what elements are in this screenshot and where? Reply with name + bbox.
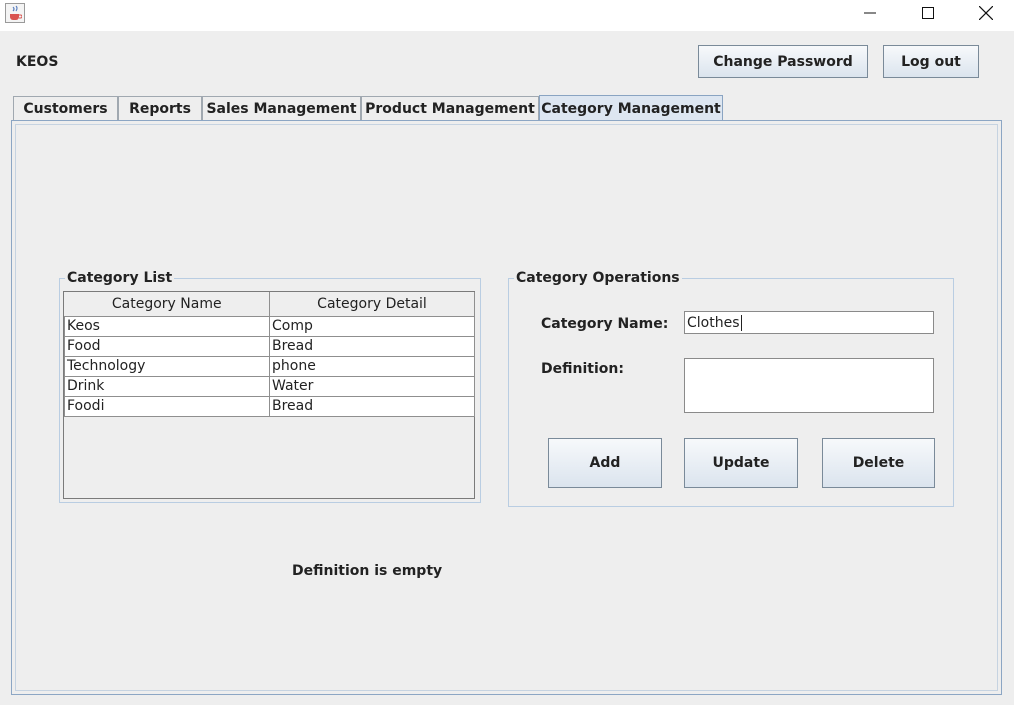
category-name-label: Category Name: <box>541 316 669 332</box>
table-cell[interactable]: Keos <box>64 315 270 337</box>
title-bar <box>0 0 1014 31</box>
category-table[interactable]: Category Name Category Detail Keos Comp … <box>63 291 475 499</box>
update-button[interactable]: Update <box>684 438 798 488</box>
column-header-category-name[interactable]: Category Name <box>64 292 270 317</box>
tab-product-management[interactable]: Product Management <box>361 96 539 120</box>
tab-category-management[interactable]: Category Management <box>539 95 723 121</box>
minimize-icon <box>864 12 876 13</box>
java-app-icon[interactable] <box>5 3 25 23</box>
table-cell[interactable]: Food <box>64 335 270 357</box>
definition-label: Definition: <box>541 361 624 377</box>
close-button[interactable] <box>957 0 1014 25</box>
definition-textarea[interactable] <box>684 358 934 413</box>
table-cell[interactable]: Drink <box>64 375 270 397</box>
close-icon <box>979 5 993 20</box>
tab-customers[interactable]: Customers <box>13 96 118 120</box>
category-name-value: Clothes <box>687 314 740 331</box>
tab-reports[interactable]: Reports <box>118 96 202 120</box>
delete-button[interactable]: Delete <box>822 438 935 488</box>
table-row[interactable]: Technology phone <box>64 355 475 377</box>
table-row[interactable]: Foodi Bread <box>64 395 475 417</box>
column-header-category-detail[interactable]: Category Detail <box>269 292 475 317</box>
table-row[interactable]: Drink Water <box>64 375 475 397</box>
table-cell[interactable]: Water <box>269 375 475 397</box>
table-cell[interactable]: Foodi <box>64 395 270 417</box>
table-cell[interactable]: Technology <box>64 355 270 377</box>
maximize-button[interactable] <box>899 0 957 25</box>
table-cell[interactable]: Bread <box>269 335 475 357</box>
app-name: KEOS <box>16 54 59 70</box>
category-list-title: Category List <box>65 270 175 286</box>
category-operations-title: Category Operations <box>514 270 682 286</box>
logout-button[interactable]: Log out <box>883 45 979 78</box>
text-caret <box>740 314 742 331</box>
table-cell[interactable]: Comp <box>269 315 475 337</box>
table-cell[interactable]: phone <box>269 355 475 377</box>
table-row[interactable]: Keos Comp <box>64 315 475 337</box>
table-cell[interactable]: Bread <box>269 395 475 417</box>
category-name-input[interactable]: Clothes <box>684 311 934 334</box>
minimize-button[interactable] <box>841 0 899 25</box>
table-row[interactable]: Food Bread <box>64 335 475 357</box>
change-password-button[interactable]: Change Password <box>698 45 868 78</box>
status-message: Definition is empty <box>292 563 443 579</box>
maximize-icon <box>922 6 934 19</box>
tab-sales-management[interactable]: Sales Management <box>202 96 361 120</box>
add-button[interactable]: Add <box>548 438 662 488</box>
